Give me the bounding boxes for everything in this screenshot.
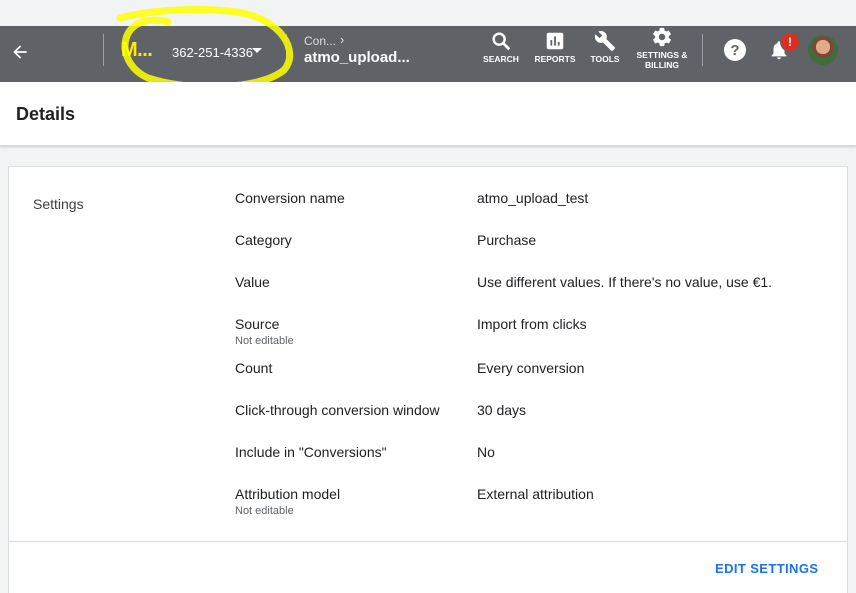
category-label: Category [235,232,292,248]
conversion-name-value: atmo_upload_test [477,190,589,206]
include-in-conversions-value: No [477,444,495,460]
not-editable-note: Not editable [235,505,294,517]
help-icon[interactable]: ? [724,39,746,61]
notification-badge: ! [780,32,800,52]
not-editable-note: Not editable [235,335,294,347]
account-name[interactable]: M... [121,39,153,62]
count-label: Count [235,360,273,376]
divider [702,34,703,66]
click-through-window-value: 30 days [477,402,527,418]
tools-label: TOOLS [590,54,620,64]
reports-icon [546,32,564,50]
search-icon [492,32,511,51]
top-app-bar: M... 362-251-4336 Con... › atmo_upload..… [0,26,856,82]
tools-button[interactable]: TOOLS [589,30,621,64]
divider [286,34,287,66]
account-id[interactable]: 362-251-4336 [172,45,253,60]
attribution-model-value: External attribution [477,486,594,502]
source-value: Import from clicks [477,316,587,332]
count-value: Every conversion [477,360,585,376]
divider [9,541,847,542]
settings-card: Settings Conversion name atmo_upload_tes… [8,166,848,593]
value-label: Value [235,274,270,290]
reports-button[interactable]: REPORTS [533,30,577,64]
account-dropdown-icon[interactable] [252,48,262,53]
divider [103,34,104,66]
category-value: Purchase [477,232,537,248]
page-title: Details [16,104,76,124]
breadcrumb-parent[interactable]: Con... [304,34,336,48]
settings-billing-button[interactable]: SETTINGS & BILLING [634,26,690,70]
gear-icon [653,27,671,47]
click-through-window-label: Click-through conversion window [235,402,440,418]
breadcrumb-current: atmo_upload... [304,49,410,66]
search-button[interactable]: SEARCH [483,30,519,64]
value-value: Use different values. If there's no valu… [477,274,773,290]
edit-settings-button[interactable]: EDIT SETTINGS [715,561,818,576]
section-label: Settings [33,196,84,212]
avatar[interactable] [808,35,838,65]
conversion-name-label: Conversion name [235,190,345,206]
include-in-conversions-label: Include in "Conversions" [235,444,387,460]
back-arrow-icon[interactable] [6,38,34,66]
settings-billing-label: SETTINGS & BILLING [636,50,688,70]
wrench-icon [594,31,616,52]
source-label: Source Not editable [235,316,294,347]
page-header: Details [0,82,856,146]
reports-label: REPORTS [534,54,576,64]
search-label: SEARCH [483,54,519,64]
attribution-model-label: Attribution model Not editable [235,486,341,517]
chevron-right-icon: › [340,32,345,47]
